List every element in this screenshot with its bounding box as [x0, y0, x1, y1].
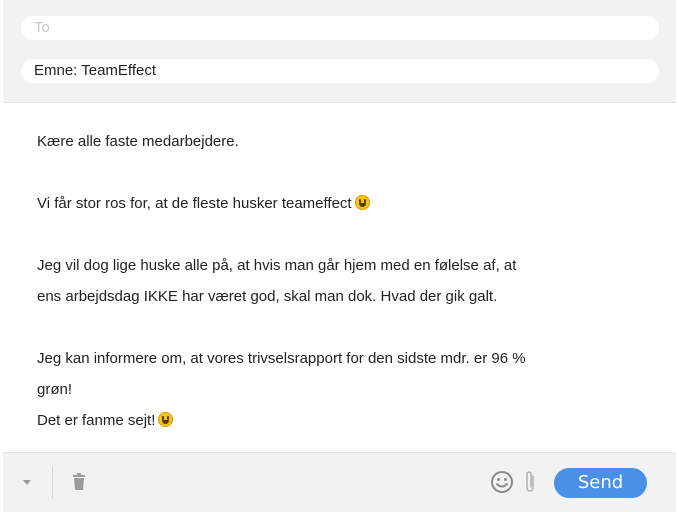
to-field[interactable]	[21, 16, 659, 40]
body-line-praise: Vi får stor ros for, at de fleste husker…	[37, 193, 597, 224]
grinning-face-emoji-icon	[354, 195, 370, 210]
body-line-blank	[37, 224, 597, 255]
compose-header: Emne: TeamEffect	[3, 0, 676, 103]
chevron-down-icon[interactable]	[20, 475, 34, 487]
body-line-blank	[37, 317, 597, 348]
message-body[interactable]: Kære alle faste medarbejdere. Vi får sto…	[37, 131, 597, 441]
compose-window: Emne: TeamEffect Kære alle faste medarbe…	[0, 0, 679, 512]
body-line-reminder-1: Jeg vil dog lige huske alle på, at hvis …	[37, 257, 517, 274]
body-line-blank	[37, 162, 597, 193]
subject-field[interactable]: Emne: TeamEffect	[21, 59, 659, 83]
paperclip-icon[interactable]	[522, 469, 538, 495]
body-line-greeting: Kære alle faste medarbejdere.	[37, 133, 239, 150]
body-line-closing: Det er fanme sejt!	[37, 410, 597, 441]
body-line-report-2: grøn!	[37, 381, 73, 398]
send-button[interactable]: Send	[554, 468, 647, 498]
trash-icon[interactable]	[71, 472, 87, 492]
grinning-face-emoji-icon	[158, 412, 174, 427]
subject-input[interactable]: Emne: TeamEffect	[34, 62, 156, 79]
compose-toolbar: Send	[3, 452, 676, 512]
to-input[interactable]	[34, 19, 659, 36]
body-line-report-1: Jeg kan informere om, at vores trivselsr…	[37, 350, 526, 367]
toolbar-divider	[52, 467, 53, 499]
smiley-icon[interactable]	[490, 470, 514, 494]
body-line-reminder-2: ens arbejdsdag IKKE har været god, skal …	[37, 288, 498, 305]
